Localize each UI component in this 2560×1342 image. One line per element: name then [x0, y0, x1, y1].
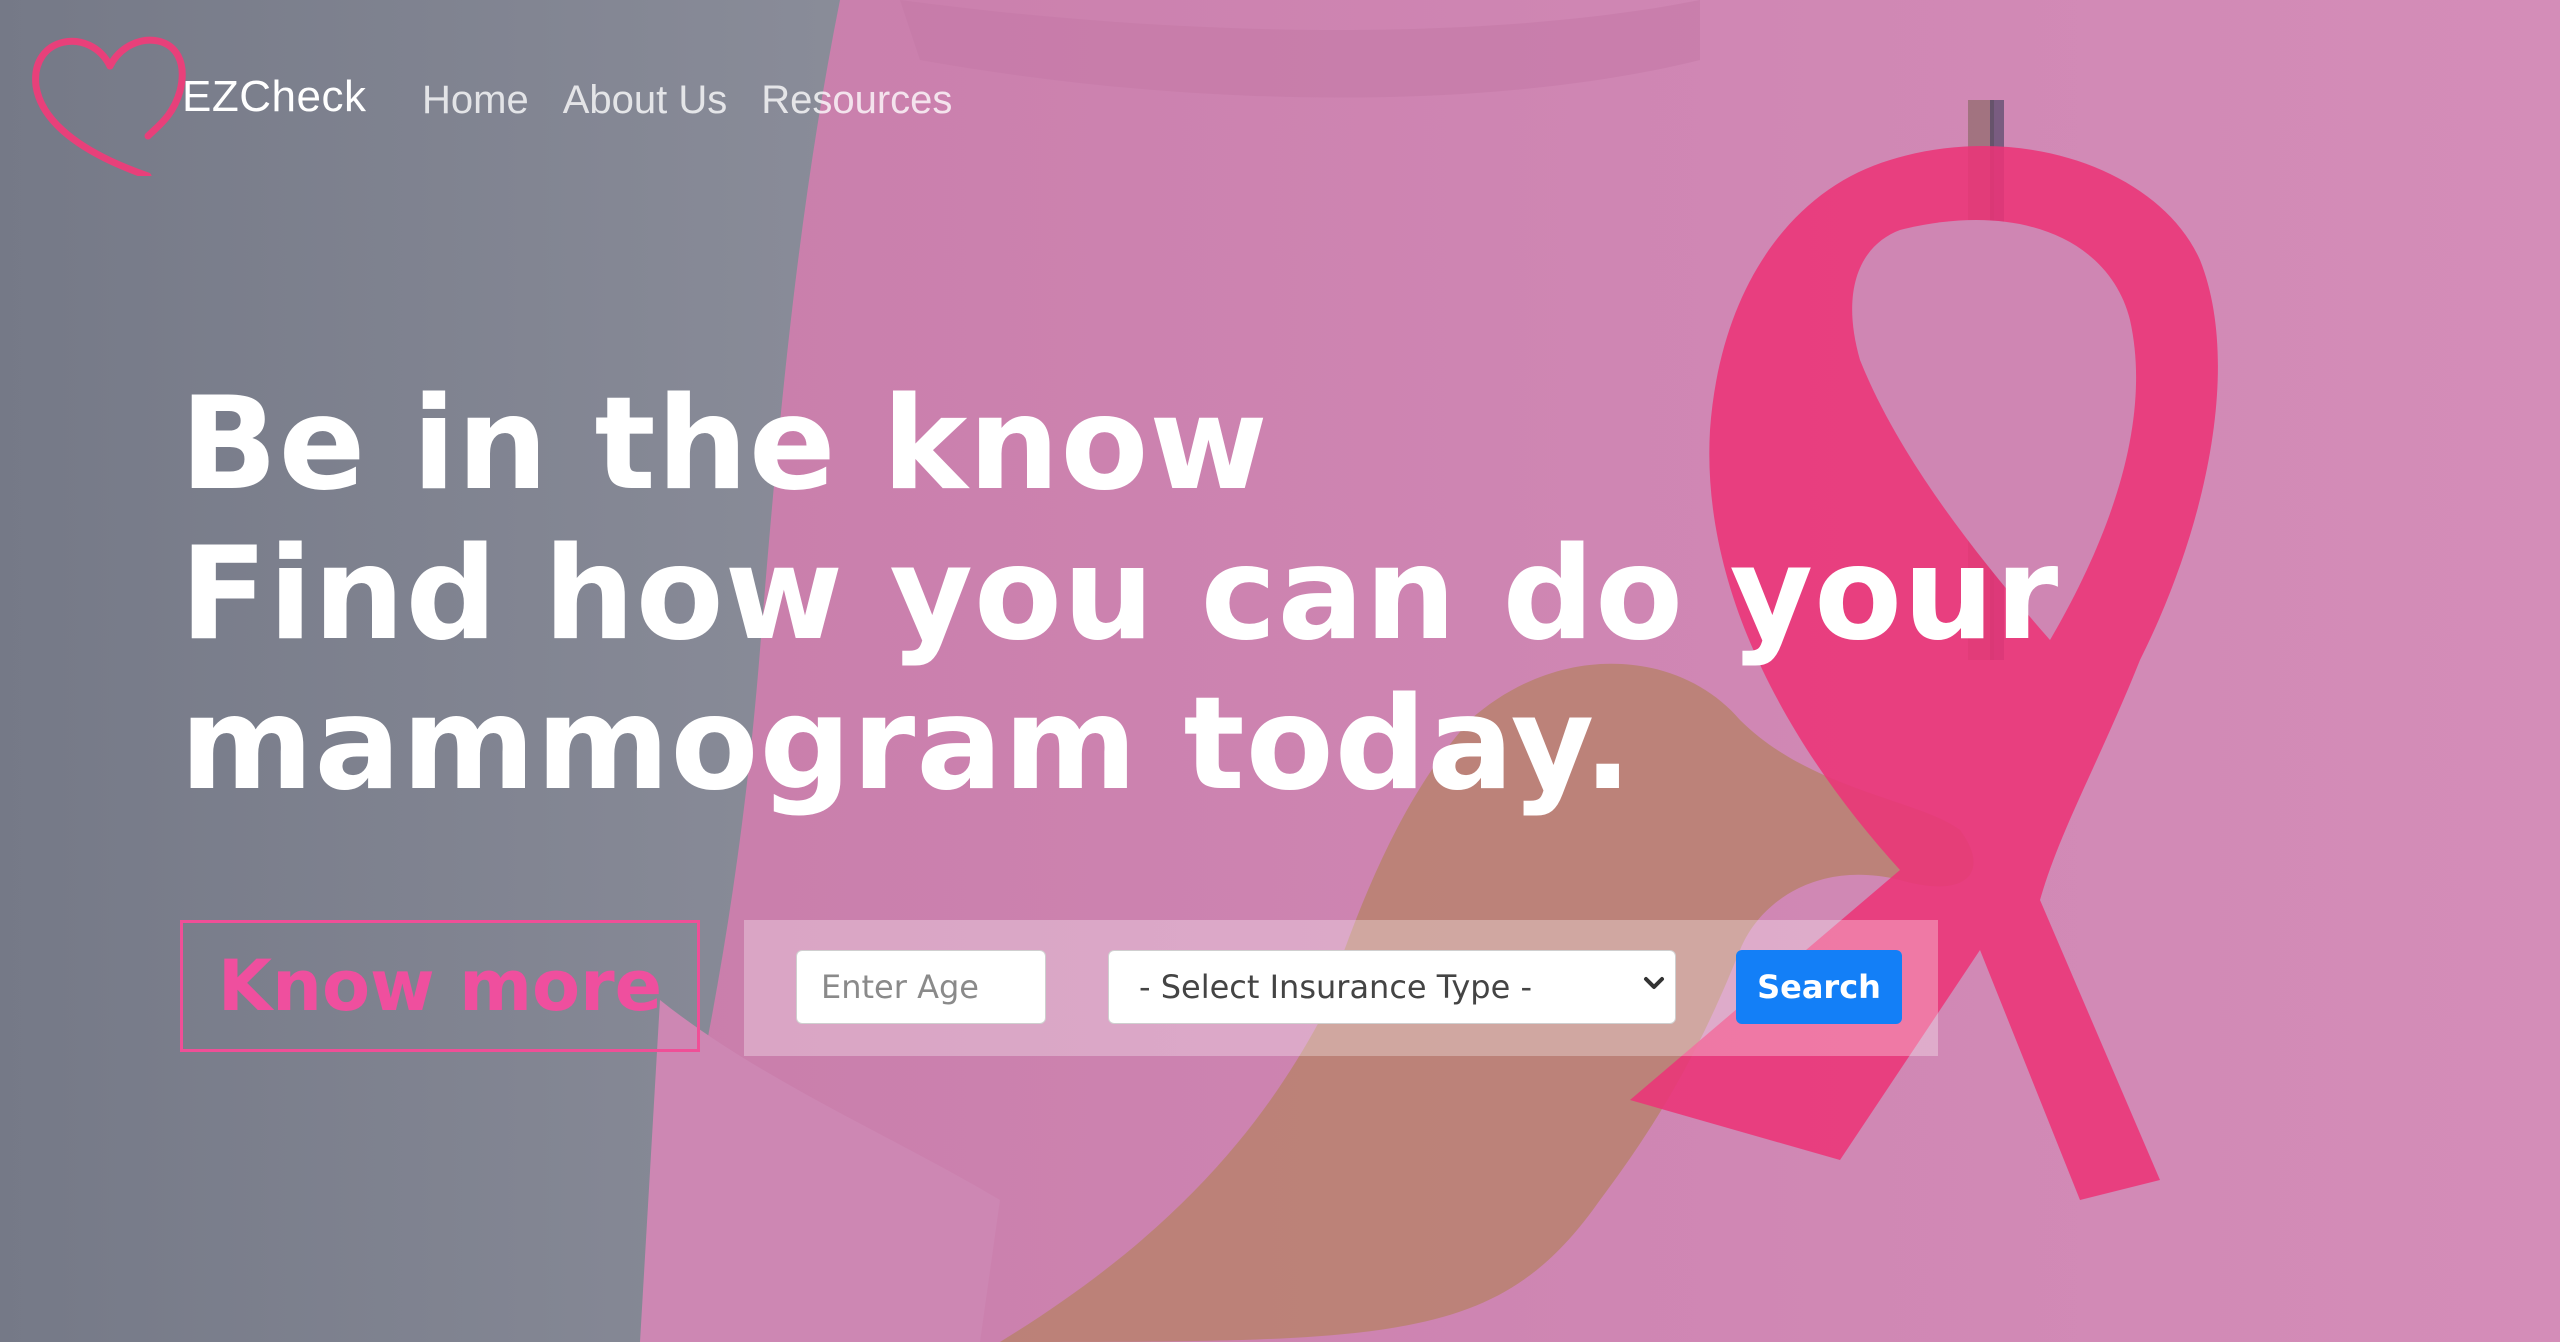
- age-input[interactable]: [796, 950, 1046, 1024]
- know-more-button[interactable]: Know more: [180, 920, 700, 1052]
- top-navigation-bar: EZCheck Home About Us Resources: [0, 0, 1000, 180]
- nav-link-resources[interactable]: Resources: [761, 78, 952, 123]
- insurance-type-select[interactable]: - Select Insurance Type -: [1108, 950, 1676, 1024]
- nav-link-about-us[interactable]: About Us: [563, 78, 728, 123]
- headline-line-3: mammogram today.: [180, 670, 1633, 819]
- heart-outline-icon[interactable]: [30, 26, 190, 176]
- search-button[interactable]: Search: [1736, 950, 1902, 1024]
- main-nav: Home About Us Resources: [422, 78, 952, 123]
- nav-link-home[interactable]: Home: [422, 78, 529, 123]
- headline-line-2: Find how you can do your: [180, 520, 2060, 669]
- brand-name[interactable]: EZCheck: [182, 72, 366, 122]
- hero-section: EZCheck Home About Us Resources Be in th…: [0, 0, 2560, 1342]
- hero-headline: Be in the know Find how you can do your …: [180, 370, 2059, 820]
- headline-line-1: Be in the know: [180, 370, 1269, 519]
- search-panel: - Select Insurance Type - Search: [744, 920, 1938, 1056]
